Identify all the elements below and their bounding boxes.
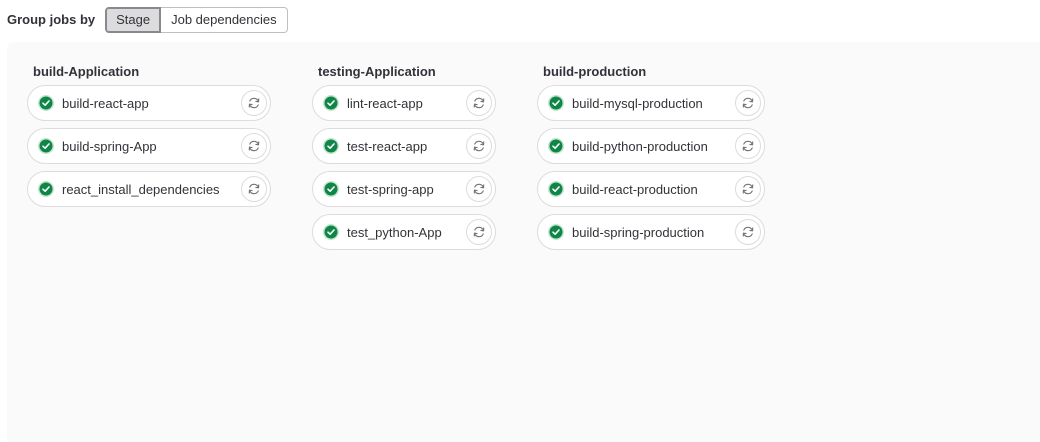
job-name: react_install_dependencies	[62, 181, 220, 197]
success-status-icon	[323, 224, 339, 240]
job-item[interactable]: build-spring-production	[537, 214, 765, 250]
success-status-icon	[38, 138, 54, 154]
retry-button[interactable]	[735, 90, 761, 116]
retry-button[interactable]	[735, 133, 761, 159]
job-name: build-react-app	[62, 95, 149, 111]
retry-button[interactable]	[466, 90, 492, 116]
success-status-icon	[38, 95, 54, 111]
stage-title: testing-Application	[318, 64, 436, 79]
success-status-icon	[548, 95, 564, 111]
retry-button[interactable]	[735, 176, 761, 202]
job-name: lint-react-app	[347, 95, 423, 111]
job-item[interactable]: test-spring-app	[312, 171, 496, 207]
stage-title: build-production	[543, 64, 647, 79]
job-name: test_python-App	[347, 224, 442, 240]
job-item[interactable]: build-react-app	[27, 85, 271, 121]
job-name: build-spring-App	[62, 138, 157, 154]
job-name: test-react-app	[347, 138, 428, 154]
retry-icon	[248, 97, 260, 109]
retry-button[interactable]	[241, 176, 267, 202]
job-item[interactable]: react_install_dependencies	[27, 171, 271, 207]
job-name: build-mysql-production	[572, 95, 703, 111]
retry-button[interactable]	[241, 133, 267, 159]
stage-title: build-Application	[33, 64, 140, 79]
stage-column-build-production: build-production build-mysql-production …	[537, 64, 765, 257]
group-jobs-toolbar: Group jobs by Stage Job dependencies	[7, 6, 288, 33]
retry-icon	[473, 226, 485, 238]
job-item[interactable]: build-react-production	[537, 171, 765, 207]
retry-icon	[742, 97, 754, 109]
retry-icon	[248, 140, 260, 152]
success-status-icon	[323, 138, 339, 154]
retry-button[interactable]	[466, 133, 492, 159]
retry-icon	[742, 183, 754, 195]
job-item[interactable]: build-python-production	[537, 128, 765, 164]
group-by-segmented-control: Stage Job dependencies	[105, 6, 288, 33]
retry-icon	[248, 183, 260, 195]
group-jobs-label: Group jobs by	[7, 12, 96, 27]
retry-icon	[473, 97, 485, 109]
retry-button[interactable]	[735, 219, 761, 245]
retry-icon	[473, 140, 485, 152]
job-item[interactable]: build-spring-App	[27, 128, 271, 164]
retry-button[interactable]	[466, 219, 492, 245]
retry-button[interactable]	[466, 176, 492, 202]
stage-column-testing-application: testing-Application lint-react-app test-…	[312, 64, 496, 257]
job-name: test-spring-app	[347, 181, 434, 197]
group-by-stage-button[interactable]: Stage	[105, 6, 162, 33]
job-item[interactable]: lint-react-app	[312, 85, 496, 121]
success-status-icon	[323, 95, 339, 111]
success-status-icon	[548, 138, 564, 154]
success-status-icon	[548, 224, 564, 240]
job-name: build-spring-production	[572, 224, 705, 240]
stage-column-build-application: build-Application build-react-app build-…	[27, 64, 271, 214]
pipeline-graph: build-Application build-react-app build-…	[7, 42, 1040, 442]
retry-icon	[742, 226, 754, 238]
group-by-job-dependencies-button[interactable]: Job dependencies	[161, 6, 288, 33]
job-item[interactable]: test_python-App	[312, 214, 496, 250]
job-item[interactable]: build-mysql-production	[537, 85, 765, 121]
retry-button[interactable]	[241, 90, 267, 116]
success-status-icon	[38, 181, 54, 197]
retry-icon	[473, 183, 485, 195]
job-name: build-react-production	[572, 181, 698, 197]
retry-icon	[742, 140, 754, 152]
success-status-icon	[323, 181, 339, 197]
job-item[interactable]: test-react-app	[312, 128, 496, 164]
success-status-icon	[548, 181, 564, 197]
job-name: build-python-production	[572, 138, 708, 154]
